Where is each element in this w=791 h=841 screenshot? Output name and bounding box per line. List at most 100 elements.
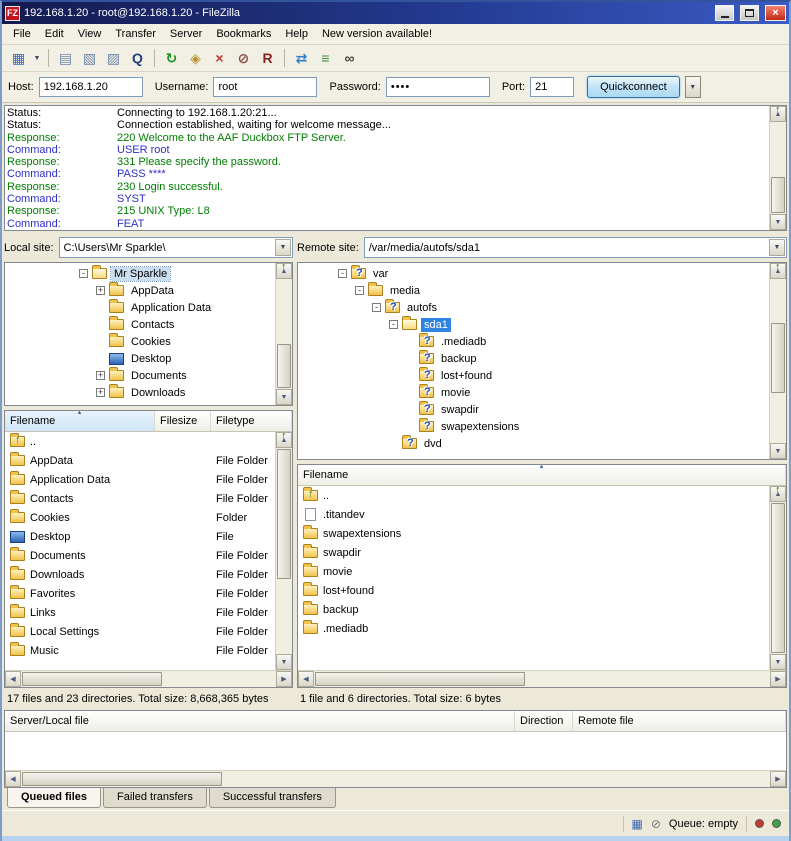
collapse-icon[interactable]: - [79, 269, 88, 278]
title-bar[interactable]: FZ 192.168.1.20 - root@192.168.1.20 - Fi… [2, 2, 789, 24]
toggle-local-tree-icon[interactable]: ▧ [78, 47, 101, 69]
expand-icon[interactable]: + [96, 388, 105, 397]
expand-icon[interactable]: + [96, 286, 105, 295]
scrollbar-thumb[interactable] [771, 323, 785, 393]
site-manager-icon[interactable]: ▦ [7, 47, 30, 69]
scroll-up-icon[interactable]: ▲ [770, 263, 786, 279]
scrollbar-thumb[interactable] [22, 672, 162, 686]
site-manager-dropdown[interactable]: ▼ [31, 47, 43, 69]
synchronized-browsing-icon[interactable]: ≡ [314, 47, 337, 69]
file-row-mediadb[interactable]: .mediadb [298, 619, 786, 638]
column-header-filename[interactable]: Filename▲ [5, 411, 155, 431]
file-row-titandev[interactable]: .titandev [298, 505, 786, 524]
file-row-[interactable]: .. [298, 486, 786, 505]
tree-item-var[interactable]: -var [300, 265, 768, 282]
cancel-icon[interactable]: × [208, 47, 231, 69]
file-row-lost-found[interactable]: lost+found [298, 581, 786, 600]
tree-item-appdata[interactable]: +AppData [7, 282, 274, 299]
scroll-left-icon[interactable]: ◀ [5, 671, 21, 687]
menu-item-file[interactable]: File [6, 26, 38, 42]
file-row-cookies[interactable]: CookiesFolder [5, 508, 292, 527]
remote-list-hscrollbar[interactable]: ◀ ▶ [298, 670, 786, 687]
local-site-combobox[interactable]: C:\Users\Mr Sparkle\ ▼ [59, 237, 293, 258]
toggle-queue-icon[interactable]: Q [126, 47, 149, 69]
file-row-favorites[interactable]: FavoritesFile Folder [5, 584, 292, 603]
tree-item-media[interactable]: -media [300, 282, 768, 299]
menu-item-server[interactable]: Server [163, 26, 209, 42]
scroll-down-icon[interactable]: ▼ [770, 654, 786, 670]
password-input[interactable] [386, 77, 490, 97]
refresh-icon[interactable]: ↻ [160, 47, 183, 69]
tree-item-swapdir[interactable]: swapdir [300, 401, 768, 418]
queue-hscrollbar[interactable]: ◀ ▶ [5, 770, 786, 787]
tree-item-autofs[interactable]: -autofs [300, 299, 768, 316]
remote-tree-scrollbar[interactable]: ▲ ▼ [769, 263, 786, 459]
scroll-right-icon[interactable]: ▶ [770, 771, 786, 787]
scroll-down-icon[interactable]: ▼ [770, 443, 786, 459]
menu-item-help[interactable]: Help [278, 26, 315, 42]
tab-queued-files[interactable]: Queued files [7, 788, 101, 808]
scroll-left-icon[interactable]: ◀ [5, 771, 21, 787]
tree-item-documents[interactable]: +Documents [7, 367, 274, 384]
close-button[interactable]: × [765, 5, 786, 21]
scrollbar-thumb[interactable] [22, 772, 222, 786]
column-header-filesize[interactable]: Filesize [155, 411, 211, 431]
quickconnect-button[interactable]: Quickconnect [587, 76, 680, 98]
queue-column-direction[interactable]: Direction [515, 711, 573, 731]
port-input[interactable] [530, 77, 574, 97]
toggle-remote-tree-icon[interactable]: ▨ [102, 47, 125, 69]
collapse-icon[interactable]: - [372, 303, 381, 312]
scroll-up-icon[interactable]: ▲ [276, 263, 292, 279]
tree-item-contacts[interactable]: Contacts [7, 316, 274, 333]
tree-item-cookies[interactable]: Cookies [7, 333, 274, 350]
menu-item-bookmarks[interactable]: Bookmarks [209, 26, 278, 42]
collapse-icon[interactable]: - [338, 269, 347, 278]
maximize-button[interactable] [740, 5, 759, 21]
tree-item-backup[interactable]: backup [300, 350, 768, 367]
tree-item-swapextensions[interactable]: swapextensions [300, 418, 768, 435]
file-row-local-settings[interactable]: Local SettingsFile Folder [5, 622, 292, 641]
expand-icon[interactable]: + [96, 371, 105, 380]
host-input[interactable] [39, 77, 143, 97]
tab-successful-transfers[interactable]: Successful transfers [209, 788, 336, 808]
username-input[interactable] [213, 77, 317, 97]
scrollbar-thumb[interactable] [771, 503, 785, 653]
collapse-icon[interactable]: - [355, 286, 364, 295]
file-row-links[interactable]: LinksFile Folder [5, 603, 292, 622]
tree-item-lost-found[interactable]: lost+found [300, 367, 768, 384]
process-queue-icon[interactable]: ◈ [184, 47, 207, 69]
scroll-up-icon[interactable]: ▲ [276, 432, 292, 448]
file-row-contacts[interactable]: ContactsFile Folder [5, 489, 292, 508]
local-list-scrollbar[interactable]: ▲ ▼ [275, 432, 292, 670]
collapse-icon[interactable]: - [389, 320, 398, 329]
file-row-swapextensions[interactable]: swapextensions [298, 524, 786, 543]
file-row-application-data[interactable]: Application DataFile Folder [5, 470, 292, 489]
local-tree-scrollbar[interactable]: ▲ ▼ [275, 263, 292, 405]
file-row-music[interactable]: MusicFile Folder [5, 641, 292, 660]
scroll-up-icon[interactable]: ▲ [770, 486, 786, 502]
local-list-hscrollbar[interactable]: ◀ ▶ [5, 670, 292, 687]
chevron-down-icon[interactable]: ▼ [769, 239, 785, 256]
log-scrollbar[interactable]: ▲ ▼ [769, 106, 786, 230]
toggle-message-log-icon[interactable]: ▤ [54, 47, 77, 69]
tree-item-application-data[interactable]: Application Data [7, 299, 274, 316]
menu-item-edit[interactable]: Edit [38, 26, 71, 42]
queue-column-server-local-file[interactable]: Server/Local file [5, 711, 515, 731]
disconnect-icon[interactable]: ⊘ [232, 47, 255, 69]
file-row-documents[interactable]: DocumentsFile Folder [5, 546, 292, 565]
queue-column-remote-file[interactable]: Remote file [573, 711, 786, 731]
tab-failed-transfers[interactable]: Failed transfers [103, 788, 207, 808]
file-row-downloads[interactable]: DownloadsFile Folder [5, 565, 292, 584]
scroll-down-icon[interactable]: ▼ [276, 389, 292, 405]
scrollbar-thumb[interactable] [315, 672, 525, 686]
scroll-left-icon[interactable]: ◀ [298, 671, 314, 687]
tree-item-desktop[interactable]: Desktop [7, 350, 274, 367]
file-row-[interactable]: .. [5, 432, 292, 451]
tree-item-movie[interactable]: movie [300, 384, 768, 401]
file-row-swapdir[interactable]: swapdir [298, 543, 786, 562]
menu-item-transfer[interactable]: Transfer [108, 26, 163, 42]
scroll-right-icon[interactable]: ▶ [770, 671, 786, 687]
scrollbar-thumb[interactable] [771, 177, 785, 213]
reconnect-icon[interactable]: R [256, 47, 279, 69]
tree-item-downloads[interactable]: +Downloads [7, 384, 274, 401]
